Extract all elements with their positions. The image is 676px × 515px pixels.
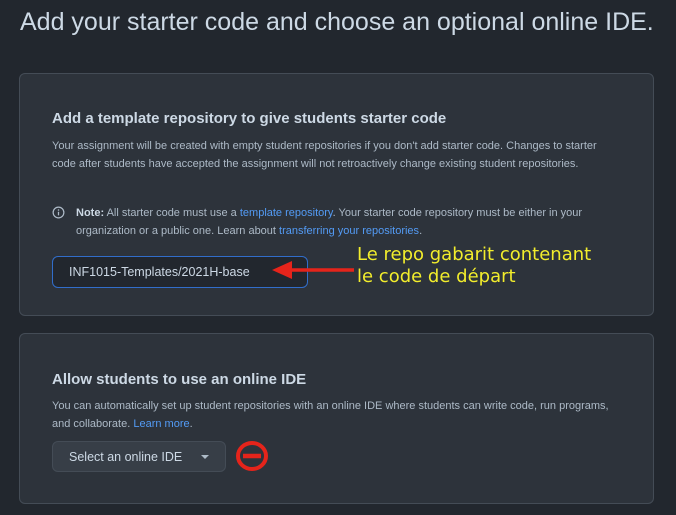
online-ide-select[interactable]: Select an online IDE	[52, 441, 226, 472]
page: Add your starter code and choose an opti…	[0, 0, 676, 515]
online-ide-select-label: Select an online IDE	[69, 449, 183, 464]
ide-section-heading: Allow students to use an online IDE	[52, 371, 307, 388]
template-section-description: Your assignment will be created with emp…	[52, 140, 597, 170]
annotation-line-1: Le repo gabarit contenant	[357, 244, 592, 265]
note-label: Note:	[76, 207, 105, 219]
note-text-part-1: All starter code must use a	[106, 207, 237, 219]
prohibited-icon	[236, 441, 268, 471]
ide-section-description: You can automatically set up student rep…	[52, 397, 622, 433]
online-ide-card: Allow students to use an online IDE You …	[19, 333, 654, 504]
template-section-heading: Add a template repository to give studen…	[52, 110, 447, 127]
info-icon	[52, 206, 65, 219]
template-note: Note: All starter code must use a templa…	[52, 204, 637, 240]
note-text: Note: All starter code must use a templa…	[52, 204, 637, 240]
template-repository-link[interactable]: template repository	[240, 207, 333, 219]
annotation-text: Le repo gabarit contenant le code de dép…	[357, 244, 591, 288]
transferring-repositories-link[interactable]: transferring your repositories	[279, 225, 419, 237]
learn-more-link[interactable]: Learn more	[133, 418, 189, 430]
learn-more-suffix: .	[189, 418, 193, 430]
red-arrow-icon	[272, 261, 354, 279]
page-title: Add your starter code and choose an opti…	[20, 8, 654, 36]
chevron-down-icon	[201, 455, 209, 459]
annotation-line-2: le code de départ	[357, 266, 516, 287]
note-text-part-3: .	[419, 225, 423, 237]
